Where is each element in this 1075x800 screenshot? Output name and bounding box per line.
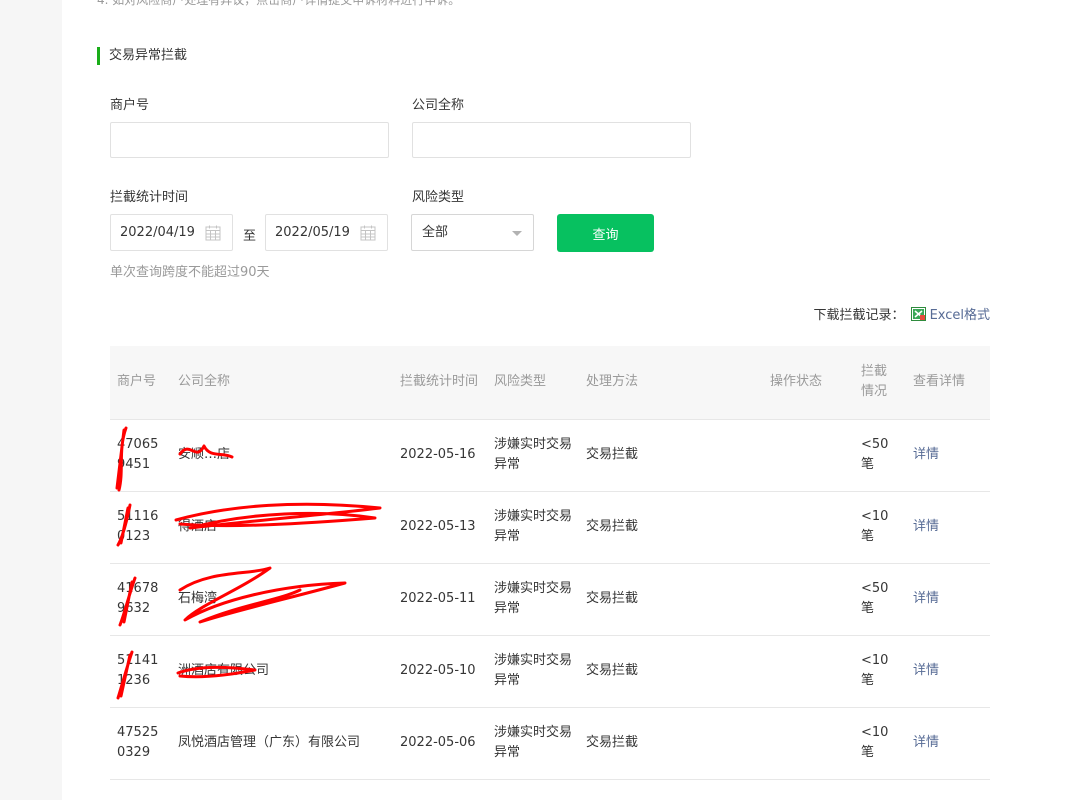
- query-button[interactable]: 查询: [557, 214, 654, 252]
- download-records: 下载拦截记录： Excel格式: [814, 304, 990, 323]
- end-date-picker[interactable]: 2022/05/19: [265, 214, 388, 251]
- column-header: 风险类型: [494, 374, 547, 390]
- column-header: 操作状态: [770, 374, 823, 390]
- count-cell: <50笔: [861, 437, 889, 472]
- detail-link[interactable]: 详情: [913, 447, 939, 462]
- column-header: 查看详情: [913, 374, 966, 390]
- status-cell: [763, 707, 854, 779]
- calendar-icon: [360, 225, 376, 241]
- date-range-separator: 至: [243, 229, 257, 244]
- risk-type-label: 风险类型: [412, 190, 465, 205]
- risk-type-cell: 涉嫌实时交易异常: [494, 509, 573, 544]
- table-row: 470659451 安顺…店 2022-05-16 涉嫌实时交易异常 交易拦截 …: [110, 419, 990, 491]
- date-cell: 2022-05-11: [400, 591, 476, 606]
- excel-download-link[interactable]: Excel格式: [930, 304, 990, 323]
- merchant-id-input[interactable]: [110, 122, 389, 158]
- method-cell: 交易拦截: [586, 735, 639, 750]
- count-cell: <10笔: [861, 725, 889, 760]
- excel-icon: [910, 306, 926, 321]
- status-cell: [763, 635, 854, 707]
- risk-type-value: 全部: [422, 225, 449, 240]
- date-cell: 2022-05-16: [400, 447, 476, 462]
- count-cell: <50笔: [861, 581, 889, 616]
- risk-type-select[interactable]: 全部: [411, 214, 534, 251]
- company-cell: 洲酒店有限公司: [178, 663, 270, 678]
- time-range-label: 拦截统计时间: [110, 190, 189, 205]
- count-cell: <10笔: [861, 653, 889, 688]
- risk-type-cell: 涉嫌实时交易异常: [494, 653, 573, 688]
- table-row: 511160123 得酒店 2022-05-13 涉嫌实时交易异常 交易拦截 <…: [110, 491, 990, 563]
- calendar-icon: [205, 225, 221, 241]
- method-cell: 交易拦截: [586, 447, 639, 462]
- table-row: 511411236 洲酒店有限公司 2022-05-10 涉嫌实时交易异常 交易…: [110, 635, 990, 707]
- merchant-id-cell: 416789632: [117, 581, 159, 616]
- company-cell: 石梅湾: [178, 591, 218, 606]
- merchant-id-label: 商户号: [110, 98, 150, 113]
- merchant-id-cell: 475250329: [117, 725, 159, 760]
- risk-type-cell: 涉嫌实时交易异常: [494, 581, 573, 616]
- status-cell: [763, 491, 854, 563]
- table-header-row: 商户号 公司全称 拦截统计时间 风险类型 处理方法 操作状态 拦截情况 查看详情: [110, 346, 990, 419]
- company-cell: 凤悦酒店管理（广东）有限公司: [178, 735, 361, 750]
- date-cell: 2022-05-13: [400, 519, 476, 534]
- date-cell: 2022-05-10: [400, 663, 476, 678]
- interception-table: 商户号 公司全称 拦截统计时间 风险类型 处理方法 操作状态 拦截情况 查看详情…: [110, 346, 990, 780]
- table-row: 475250329 凤悦酒店管理（广东）有限公司 2022-05-06 涉嫌实时…: [110, 707, 990, 779]
- column-header: 公司全称: [178, 374, 231, 390]
- company-name-input[interactable]: [412, 122, 691, 158]
- status-cell: [763, 563, 854, 635]
- download-label: 下载拦截记录：: [813, 308, 905, 323]
- company-cell: 安顺…店: [178, 447, 231, 462]
- column-header: 拦截统计时间: [400, 374, 479, 390]
- risk-type-cell: 涉嫌实时交易异常: [494, 437, 573, 472]
- merchant-id-cell: 511411236: [117, 653, 159, 688]
- method-cell: 交易拦截: [586, 519, 639, 534]
- company-cell: 得酒店: [178, 519, 218, 534]
- column-header: 处理方法: [586, 374, 639, 390]
- status-cell: [763, 419, 854, 491]
- start-date-picker[interactable]: 2022/04/19: [110, 214, 233, 251]
- company-name-label: 公司全称: [412, 98, 465, 113]
- count-cell: <10笔: [861, 509, 889, 544]
- merchant-id-cell: 470659451: [117, 437, 159, 472]
- detail-link[interactable]: 详情: [913, 519, 939, 534]
- detail-link[interactable]: 详情: [913, 591, 939, 606]
- column-header: 商户号: [117, 374, 157, 390]
- risk-type-cell: 涉嫌实时交易异常: [494, 725, 573, 760]
- chevron-down-icon: [512, 231, 522, 236]
- date-span-hint: 单次查询跨度不能超过90天: [110, 265, 270, 280]
- column-header: 拦截情况: [861, 364, 888, 400]
- detail-link[interactable]: 详情: [913, 663, 939, 678]
- section-title: 交易异常拦截: [97, 47, 187, 65]
- start-date-value: 2022/04/19: [120, 225, 195, 240]
- end-date-value: 2022/05/19: [275, 225, 350, 240]
- date-cell: 2022-05-06: [400, 735, 476, 750]
- merchant-id-cell: 511160123: [117, 509, 159, 544]
- method-cell: 交易拦截: [586, 663, 639, 678]
- notice-text: 4. 如对风险商户处理有异议，点击商户详情提交申诉材料进行申诉。: [97, 0, 461, 7]
- table-row: 416789632 石梅湾 2022-05-11 涉嫌实时交易异常 交易拦截 <…: [110, 563, 990, 635]
- detail-link[interactable]: 详情: [913, 735, 939, 750]
- method-cell: 交易拦截: [586, 591, 639, 606]
